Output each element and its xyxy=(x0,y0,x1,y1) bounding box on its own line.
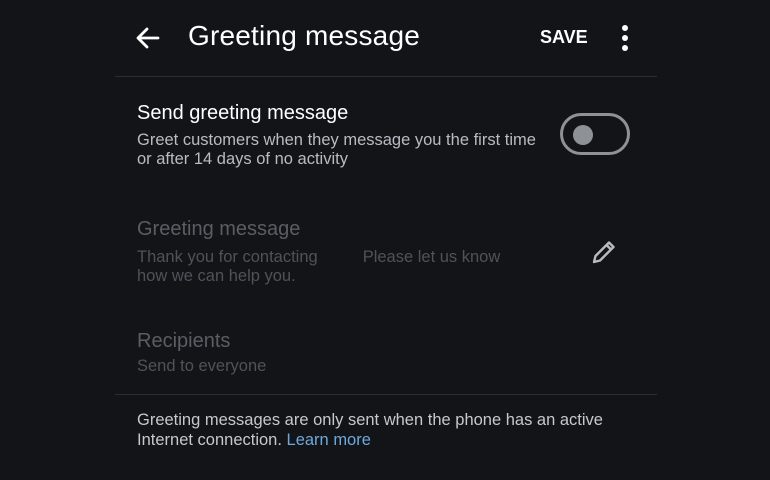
send-greeting-title: Send greeting message xyxy=(137,102,349,124)
recipients-value: Send to everyone xyxy=(137,357,267,375)
app-bar: Greeting message SAVE xyxy=(0,0,770,76)
learn-more-link[interactable]: Learn more xyxy=(287,431,371,449)
pencil-icon[interactable] xyxy=(588,236,620,268)
greeting-text-part2: Please let us know xyxy=(362,248,501,266)
divider xyxy=(115,394,657,395)
greeting-text-part3: how we can help you. xyxy=(137,267,296,285)
greeting-text-part1: Thank you for contacting xyxy=(137,248,318,266)
footer-note: Greeting messages are only sent when the… xyxy=(137,410,627,450)
back-arrow-icon[interactable] xyxy=(132,22,164,54)
greeting-message-title: Greeting message xyxy=(137,218,301,240)
send-greeting-toggle[interactable] xyxy=(560,113,630,155)
greeting-message-preview: Thank you for contacting Please let us kn… xyxy=(137,248,557,286)
toggle-knob xyxy=(573,125,593,145)
page-title: Greeting message xyxy=(188,20,420,51)
send-greeting-description: Greet customers when they message you th… xyxy=(137,131,536,168)
more-options-icon[interactable] xyxy=(612,22,638,54)
recipients-title: Recipients xyxy=(137,330,231,352)
save-button[interactable]: SAVE xyxy=(540,27,588,48)
divider xyxy=(115,76,657,77)
